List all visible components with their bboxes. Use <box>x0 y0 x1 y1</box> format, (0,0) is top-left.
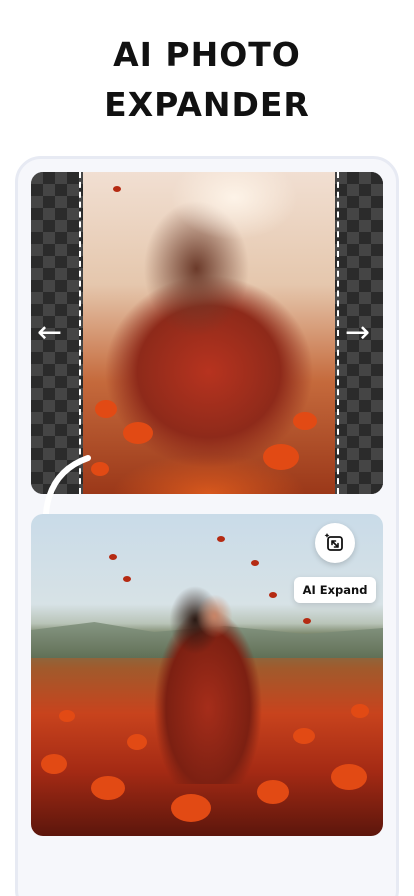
poppy-flower <box>59 710 75 722</box>
poppy-flower <box>257 780 289 804</box>
poppy-petal <box>217 536 225 542</box>
poppy-flower <box>123 422 153 444</box>
headline-line-2: EXPANDER <box>104 85 310 124</box>
poppy-flower <box>293 412 317 430</box>
poppy-flower <box>91 776 125 800</box>
poppy-flower <box>331 764 367 790</box>
poppy-flower <box>127 734 147 750</box>
poppy-petal <box>303 618 311 624</box>
poppy-flower <box>95 400 117 418</box>
headline: AI PHOTO EXPANDER <box>0 30 414 130</box>
crop-guide-right <box>337 172 339 494</box>
poppy-flower <box>41 754 67 774</box>
poppy-petal <box>109 554 117 560</box>
poppy-petal <box>269 592 277 598</box>
poppy-flower <box>263 444 299 470</box>
poppy-petal <box>123 576 131 582</box>
poppy-flower <box>351 704 369 718</box>
ai-expand-button[interactable] <box>315 523 355 563</box>
poppy-flower <box>171 794 211 822</box>
poppy-flower <box>293 728 315 744</box>
poppy-petal <box>113 186 121 192</box>
headline-line-1: AI PHOTO <box>113 35 301 74</box>
ai-expand-label[interactable]: AI Expand <box>294 577 376 603</box>
poppy-petal <box>251 560 259 566</box>
arrow-left-icon: ← <box>37 315 63 350</box>
expand-sparkle-icon <box>324 533 343 551</box>
arrow-right-icon: → <box>345 315 371 350</box>
before-image-panel: ← → <box>31 172 383 494</box>
crop-guide-left <box>79 172 81 494</box>
original-photo <box>83 172 335 494</box>
dancing-woman <box>143 584 273 784</box>
